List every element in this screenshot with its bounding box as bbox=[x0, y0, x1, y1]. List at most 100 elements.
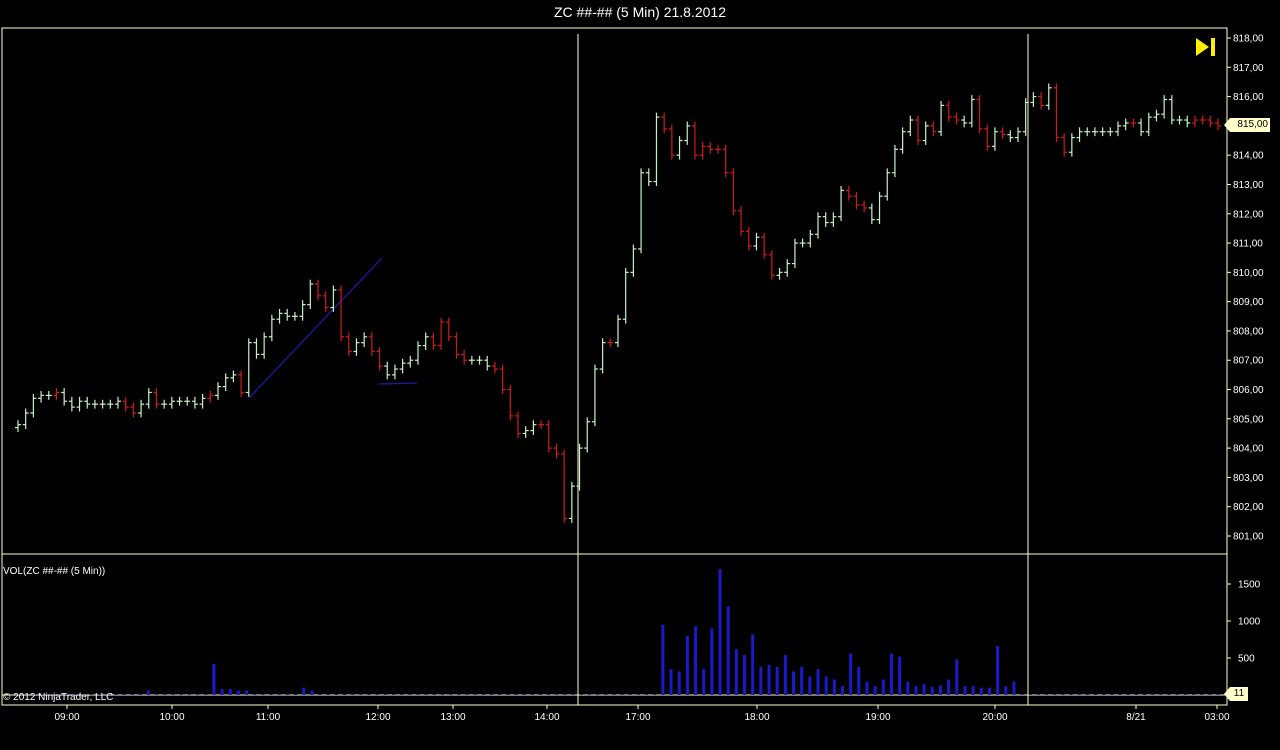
ohlc-bar bbox=[130, 402, 137, 418]
volume-tick-label: 1500 bbox=[1238, 580, 1261, 591]
ohlc-bar bbox=[238, 370, 245, 397]
ohlc-bar bbox=[207, 390, 214, 403]
volume-bar bbox=[775, 666, 779, 695]
volume-bar bbox=[604, 694, 608, 695]
ohlc-bar bbox=[968, 95, 975, 128]
ohlc-bar bbox=[638, 168, 645, 254]
volume-bar bbox=[653, 694, 657, 695]
ohlc-bar bbox=[438, 317, 445, 350]
volume-bar bbox=[694, 626, 698, 695]
volume-bar bbox=[326, 694, 330, 695]
ohlc-bar bbox=[938, 100, 945, 137]
volume-bar bbox=[1110, 694, 1114, 695]
volume-bar bbox=[1061, 694, 1065, 695]
volume-bar bbox=[1020, 694, 1024, 695]
ohlc-bar bbox=[338, 285, 345, 342]
ohlc-bar bbox=[684, 121, 691, 145]
ohlc-bar bbox=[553, 443, 560, 459]
ohlc-bar bbox=[1176, 115, 1183, 125]
volume-bar bbox=[979, 687, 983, 695]
ohlc-bar bbox=[1161, 95, 1168, 119]
ohlc-bar bbox=[384, 361, 391, 380]
volume-bar bbox=[824, 676, 828, 695]
horizontal-ray[interactable] bbox=[377, 382, 418, 385]
volume-bar bbox=[579, 694, 583, 695]
volume-bar bbox=[171, 694, 175, 695]
ohlc-bar bbox=[315, 279, 321, 301]
volume-bar bbox=[555, 694, 559, 695]
ohlc-bar bbox=[745, 226, 752, 251]
play-to-end-icon[interactable] bbox=[1194, 36, 1218, 58]
ohlc-bar bbox=[476, 355, 483, 365]
ohlc-bar bbox=[1053, 83, 1060, 142]
ohlc-bar bbox=[738, 206, 745, 236]
ohlc-bar bbox=[76, 396, 83, 412]
ohlc-bar bbox=[322, 291, 329, 312]
volume-bar bbox=[228, 689, 232, 695]
volume-bar bbox=[416, 694, 420, 695]
volume-bar bbox=[906, 681, 910, 695]
ohlc-bar bbox=[730, 168, 737, 216]
volume-bar bbox=[669, 669, 673, 695]
time-tick-label: 19:00 bbox=[865, 712, 890, 723]
price-tick-label: 808,00 bbox=[1233, 326, 1264, 337]
ohlc-bar bbox=[515, 411, 521, 438]
price-tick-label: 801,00 bbox=[1233, 532, 1264, 543]
ohlc-bar bbox=[945, 100, 952, 122]
ohlc-bar bbox=[761, 232, 768, 260]
volume-bar bbox=[318, 694, 322, 695]
trend-line[interactable] bbox=[248, 258, 382, 399]
volume-bar bbox=[392, 694, 396, 695]
volume-bar bbox=[245, 690, 249, 695]
volume-bar bbox=[1208, 694, 1212, 695]
volume-bar bbox=[269, 694, 273, 695]
volume-bar bbox=[465, 694, 469, 695]
ohlc-bar bbox=[930, 121, 937, 137]
volume-bar bbox=[506, 694, 510, 695]
volume-bar bbox=[236, 690, 240, 695]
ohlc-bar bbox=[1007, 130, 1014, 142]
volume-tick-label: 1000 bbox=[1238, 617, 1261, 628]
ohlc-bar bbox=[138, 399, 145, 418]
volume-bar bbox=[440, 694, 444, 695]
ohlc-bar bbox=[499, 364, 506, 394]
ohlc-bar bbox=[153, 388, 160, 409]
volume-bar bbox=[889, 653, 893, 695]
ohlc-bar bbox=[530, 420, 537, 435]
volume-bar bbox=[138, 694, 142, 695]
ohlc-bar bbox=[507, 385, 514, 421]
time-tick-label: 09:00 bbox=[54, 712, 79, 723]
price-panel-frame bbox=[1, 27, 1228, 555]
ohlc-bar bbox=[399, 358, 406, 374]
volume-bar bbox=[334, 694, 338, 695]
ohlc-bar bbox=[30, 393, 37, 418]
ohlc-bar bbox=[1130, 118, 1137, 128]
time-tick-label: 13:00 bbox=[440, 712, 465, 723]
ohlc-bar bbox=[876, 191, 883, 225]
volume-bar bbox=[702, 669, 706, 695]
ohlc-bar bbox=[284, 308, 291, 321]
ohlc-bar bbox=[1199, 115, 1206, 125]
ohlc-bar bbox=[415, 341, 421, 365]
volume-bar bbox=[1012, 681, 1016, 695]
ohlc-bar bbox=[845, 185, 852, 201]
ohlc-bar bbox=[1153, 109, 1160, 122]
ohlc-bar bbox=[568, 481, 575, 523]
ohlc-bar bbox=[22, 408, 29, 430]
volume-bar bbox=[881, 679, 885, 695]
ohlc-bar bbox=[215, 382, 221, 400]
volume-bar bbox=[212, 663, 216, 695]
volume-bar bbox=[816, 669, 820, 695]
ohlc-bar bbox=[1122, 118, 1129, 131]
ohlc-bar bbox=[853, 191, 860, 210]
ohlc-bar bbox=[184, 396, 191, 406]
price-volume-chart[interactable]: 818,00 817,00 816,00 815,00 814,00 813,00 812,… bbox=[0, 0, 1280, 750]
volume-bar bbox=[726, 606, 730, 695]
ohlc-bar bbox=[161, 399, 168, 409]
volume-bar bbox=[1192, 694, 1196, 695]
volume-bar bbox=[1036, 694, 1040, 695]
ohlc-bar bbox=[276, 308, 283, 324]
volume-bar bbox=[481, 694, 485, 695]
volume-bar bbox=[996, 646, 1000, 695]
volume-bar bbox=[473, 694, 477, 695]
